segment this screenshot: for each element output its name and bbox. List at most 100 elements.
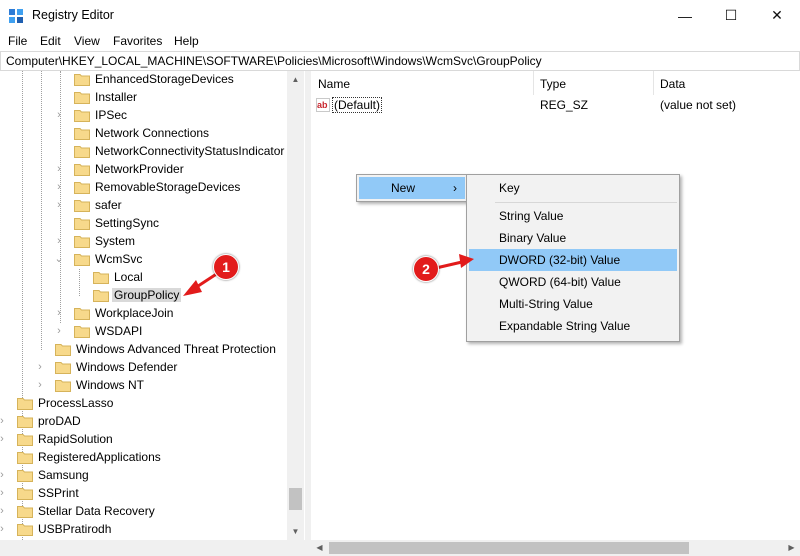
tree-item[interactable]: SettingSync <box>0 215 289 233</box>
tree-item-label: SSPrint <box>38 486 79 500</box>
menu-bar: File Edit View Favorites Help <box>0 31 800 51</box>
tree-item[interactable]: NetworkConnectivityStatusIndicator <box>0 143 289 161</box>
tree-item[interactable]: › RapidSolution <box>0 431 289 449</box>
tree-item[interactable]: › proDAD <box>0 413 289 431</box>
submenu-item[interactable]: String Value <box>469 205 677 227</box>
tree-item-label: RemovableStorageDevices <box>95 180 241 194</box>
tree-item[interactable]: › WSDAPI <box>0 323 289 341</box>
folder-icon <box>17 434 33 446</box>
value-row[interactable]: ab (Default) REG_SZ (value not set) <box>311 96 800 114</box>
expand-chevron-icon[interactable]: › <box>54 181 64 193</box>
expand-chevron-icon[interactable]: › <box>0 469 7 481</box>
tree-item[interactable]: Installer <box>0 89 289 107</box>
expand-chevron-icon[interactable]: › <box>54 109 64 121</box>
expand-chevron-icon[interactable]: › <box>54 325 64 337</box>
tree-item[interactable]: › safer <box>0 197 289 215</box>
expand-chevron-icon[interactable]: › <box>0 433 7 445</box>
folder-icon <box>74 326 90 338</box>
submenu-item[interactable]: DWORD (32-bit) Value <box>469 249 677 271</box>
tree-item[interactable]: › Windows NT <box>0 377 289 395</box>
scroll-right-icon[interactable]: ▶ <box>783 540 800 556</box>
expand-chevron-icon[interactable]: › <box>35 361 45 373</box>
tree-vertical-scrollbar[interactable]: ▲ ▼ <box>287 71 304 540</box>
address-bar[interactable]: Computer\HKEY_LOCAL_MACHINE\SOFTWARE\Pol… <box>0 51 800 71</box>
tree-item[interactable]: EnhancedStorageDevices <box>0 71 289 89</box>
address-path: Computer\HKEY_LOCAL_MACHINE\SOFTWARE\Pol… <box>6 54 542 68</box>
tree-item-label: NetworkConnectivityStatusIndicator <box>95 144 285 158</box>
column-header-data[interactable]: Data <box>653 71 800 95</box>
tree-item-label: Stellar Data Recovery <box>38 504 155 518</box>
tree-item[interactable]: › USBPratirodh <box>0 521 289 539</box>
menu-item-new[interactable]: New › <box>359 177 465 199</box>
expand-chevron-icon[interactable]: › <box>35 379 45 391</box>
tree-item[interactable]: RegisteredApplications <box>0 449 289 467</box>
collapse-chevron-icon[interactable]: ⌄ <box>54 253 64 265</box>
callout-badge-1: 1 <box>213 254 239 280</box>
folder-icon <box>74 128 90 140</box>
tree-item[interactable]: Network Connections <box>0 125 289 143</box>
registry-editor-icon <box>9 9 23 23</box>
folder-icon <box>17 488 33 500</box>
expand-chevron-icon[interactable]: › <box>54 235 64 247</box>
minimize-button[interactable]: — <box>662 0 708 31</box>
folder-icon <box>74 164 90 176</box>
maximize-button[interactable]: ☐ <box>708 0 754 31</box>
close-icon: ✕ <box>771 7 783 23</box>
close-button[interactable]: ✕ <box>754 0 800 31</box>
column-header-name[interactable]: Name <box>311 71 533 95</box>
tree-item-label: GroupPolicy <box>112 288 182 302</box>
expand-chevron-icon[interactable]: › <box>0 487 7 499</box>
folder-icon <box>74 200 90 212</box>
scroll-up-icon[interactable]: ▲ <box>287 71 304 88</box>
menu-file[interactable]: File <box>8 34 27 48</box>
menu-favorites[interactable]: Favorites <box>113 34 162 48</box>
tree-item[interactable]: › IPSec <box>0 107 289 125</box>
folder-icon <box>74 110 90 122</box>
tree-item[interactable]: Windows Advanced Threat Protection <box>0 341 289 359</box>
tree-item[interactable]: › Windows Defender <box>0 359 289 377</box>
scroll-left-icon[interactable]: ◀ <box>311 540 328 556</box>
submenu-item[interactable]: Expandable String Value <box>469 315 677 337</box>
tree-item-label: Windows NT <box>76 378 145 392</box>
tree-item[interactable]: › System <box>0 233 289 251</box>
expand-chevron-icon[interactable]: › <box>0 523 7 535</box>
expand-chevron-icon[interactable]: › <box>54 199 64 211</box>
submenu-item[interactable]: Binary Value <box>469 227 677 249</box>
folder-icon <box>74 182 90 194</box>
tree-item-label: USBPratirodh <box>38 522 112 536</box>
tree-item[interactable]: GroupPolicy <box>0 287 289 305</box>
menu-edit[interactable]: Edit <box>40 34 61 48</box>
scroll-down-icon[interactable]: ▼ <box>287 523 304 540</box>
submenu-arrow-icon: › <box>453 181 457 195</box>
expand-chevron-icon[interactable]: › <box>54 307 64 319</box>
folder-icon <box>74 236 90 248</box>
values-horizontal-scrollbar[interactable]: ◀ ▶ <box>311 540 800 556</box>
menu-view[interactable]: View <box>74 34 100 48</box>
tree-item-label: WSDAPI <box>95 324 143 338</box>
submenu-item[interactable]: Multi-String Value <box>469 293 677 315</box>
tree-item[interactable]: › WorkplaceJoin <box>0 305 289 323</box>
expand-chevron-icon[interactable]: › <box>0 415 7 427</box>
tree-item-label: SettingSync <box>95 216 160 230</box>
submenu-item[interactable]: Key <box>469 177 677 199</box>
submenu-item[interactable]: QWORD (64-bit) Value <box>469 271 677 293</box>
tree-item[interactable]: › SSPrint <box>0 485 289 503</box>
title-bar: Registry Editor — ☐ ✕ <box>0 0 800 31</box>
folder-icon <box>74 218 90 230</box>
tree-horizontal-scrollbar[interactable] <box>0 540 305 556</box>
tree-item[interactable]: Local <box>0 269 289 287</box>
tree-item[interactable]: › Stellar Data Recovery <box>0 503 289 521</box>
value-name: (Default) <box>332 97 383 113</box>
menu-help[interactable]: Help <box>174 34 199 48</box>
folder-icon <box>93 290 109 302</box>
tree-item[interactable]: ProcessLasso <box>0 395 289 413</box>
scroll-thumb[interactable] <box>289 488 302 510</box>
tree-item[interactable]: ⌄ WcmSvc <box>0 251 289 269</box>
expand-chevron-icon[interactable]: › <box>0 505 7 517</box>
column-header-type[interactable]: Type <box>533 71 653 95</box>
scroll-thumb[interactable] <box>329 542 689 554</box>
tree-item[interactable]: › NetworkProvider <box>0 161 289 179</box>
tree-item[interactable]: › RemovableStorageDevices <box>0 179 289 197</box>
expand-chevron-icon[interactable]: › <box>54 163 64 175</box>
tree-item[interactable]: › Samsung <box>0 467 289 485</box>
